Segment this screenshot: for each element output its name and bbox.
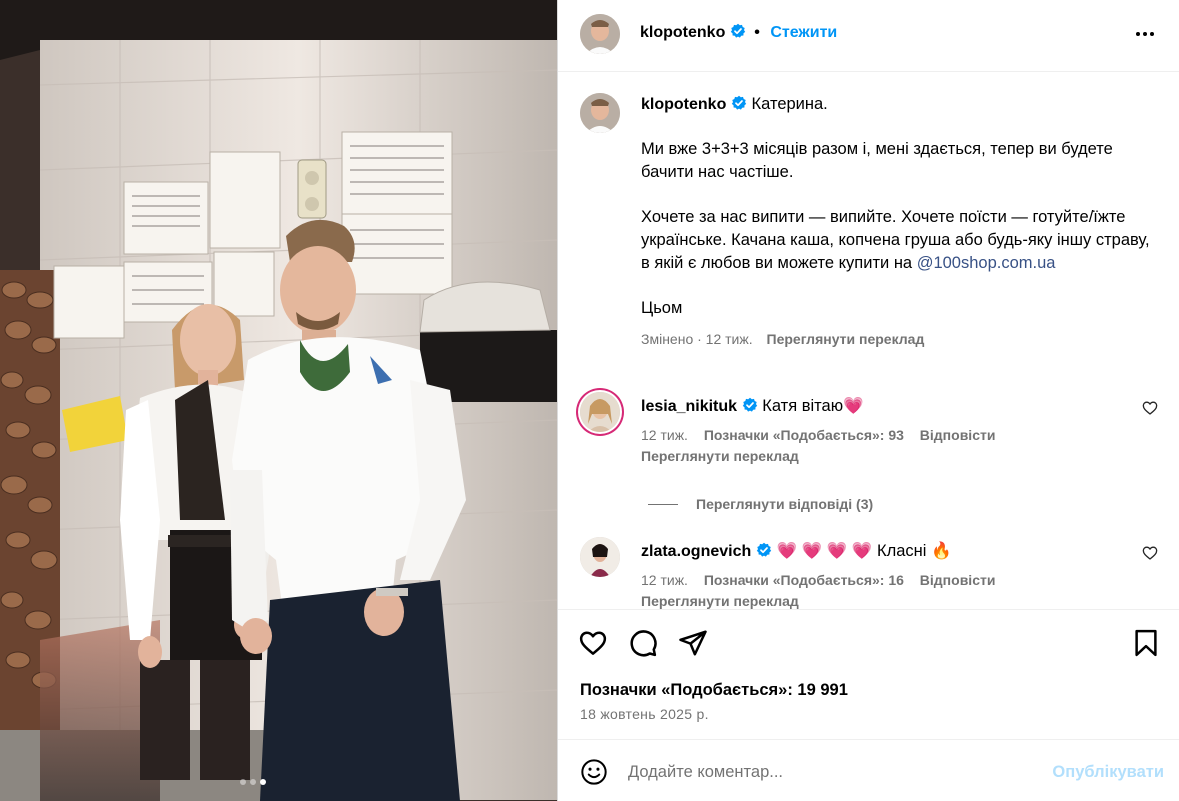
- post-date[interactable]: 18 жовтень 2025 р.: [580, 706, 709, 722]
- comment-like-heart-icon[interactable]: [1142, 400, 1158, 416]
- comment-text-line: lesia_nikituk Катя вітаю💗: [641, 395, 864, 418]
- bookmark-icon[interactable]: [1131, 628, 1161, 658]
- view-replies-label: Переглянути відповіді (3): [696, 496, 874, 512]
- instagram-post-view: klopotenko • Стежити klopotenko Катерина…: [0, 0, 1179, 801]
- caption-username[interactable]: klopotenko: [641, 96, 726, 113]
- caption-paragraph-2: Хочете за нас випити — випийте. Хочете п…: [641, 206, 1161, 275]
- commenter-username[interactable]: zlata.ognevich: [641, 543, 751, 560]
- more-options-icon[interactable]: [1133, 22, 1157, 46]
- post-photo-illustration: [0, 0, 557, 801]
- verified-badge-icon: [730, 23, 745, 38]
- comment-like-heart-icon[interactable]: [1142, 545, 1158, 561]
- verified-badge-icon: [742, 397, 757, 412]
- shop-link[interactable]: @100shop.com.ua: [917, 254, 1056, 272]
- comment-text-line: zlata.ognevich 💗 💗 💗 💗 Класні 🔥: [641, 540, 952, 563]
- smiley-icon[interactable]: [580, 758, 608, 786]
- author-line: klopotenko • Стежити: [640, 23, 837, 42]
- comment-text: Катя вітаю💗: [762, 397, 864, 415]
- publish-comment-button[interactable]: Опублікувати: [1052, 763, 1164, 782]
- caption-paragraph-1: Ми вже 3+3+3 місяців разом і, мені здаєт…: [641, 140, 1113, 181]
- comment-translate-link[interactable]: Переглянути переклад: [641, 448, 799, 464]
- post-side-panel: klopotenko • Стежити klopotenko Катерина…: [558, 0, 1179, 801]
- commenter-avatar[interactable]: [580, 392, 620, 432]
- reply-button[interactable]: Відповісти: [920, 427, 996, 443]
- caption-paragraph-3: Цьом: [641, 299, 683, 317]
- caption-edited-time: Змінено · 12 тиж.: [641, 331, 753, 347]
- heart-icon[interactable]: [578, 628, 608, 658]
- replies-line: [648, 503, 678, 505]
- caption-paragraph-2-text: Хочете за нас випити — випийте. Хочете п…: [641, 208, 1150, 272]
- separator-dot: •: [754, 24, 760, 41]
- comment-time: 12 тиж.: [641, 572, 688, 588]
- comment-meta: 12 тиж. Позначки «Подобається»: 93 Відпо…: [641, 427, 1007, 443]
- comment-meta: 12 тиж. Позначки «Подобається»: 16 Відпо…: [641, 572, 1007, 588]
- caption-body: klopotenko Катерина. Ми вже 3+3+3 місяці…: [641, 93, 1161, 351]
- carousel-dot[interactable]: [240, 779, 246, 785]
- author-username[interactable]: klopotenko: [640, 24, 725, 41]
- caption-meta: Змінено · 12 тиж. Переглянути переклад: [641, 328, 1161, 351]
- paper-plane-icon[interactable]: [678, 628, 708, 658]
- comment-likes[interactable]: Позначки «Подобається»: 93: [704, 427, 904, 443]
- comment-text: 💗 💗 💗 💗 Класні 🔥: [776, 542, 952, 560]
- caption-author-avatar[interactable]: [580, 93, 620, 133]
- add-comment-bar: Опублікувати: [558, 739, 1179, 801]
- post-photo[interactable]: [0, 0, 557, 801]
- verified-badge-icon: [731, 95, 747, 110]
- caption-first-line: Катерина.: [751, 95, 828, 113]
- commenter-avatar[interactable]: [580, 537, 620, 577]
- comment-input[interactable]: [628, 759, 1028, 785]
- post-likes-count[interactable]: Позначки «Подобається»: 19 991: [580, 681, 848, 700]
- reply-button[interactable]: Відповісти: [920, 572, 996, 588]
- post-header: klopotenko • Стежити: [558, 0, 1179, 72]
- comments-scroll-area[interactable]: klopotenko Катерина. Ми вже 3+3+3 місяці…: [558, 73, 1179, 609]
- comment-bubble-icon[interactable]: [628, 628, 658, 658]
- author-avatar[interactable]: [580, 14, 620, 54]
- post-actions: Позначки «Подобається»: 19 991 18 жовтен…: [558, 609, 1179, 739]
- comment-translate-link[interactable]: Переглянути переклад: [641, 593, 799, 609]
- comment-likes[interactable]: Позначки «Подобається»: 16: [704, 572, 904, 588]
- carousel-dot[interactable]: [250, 779, 256, 785]
- verified-badge-icon: [756, 542, 772, 557]
- follow-button[interactable]: Стежити: [770, 24, 837, 41]
- caption-translate-link[interactable]: Переглянути переклад: [767, 331, 925, 347]
- commenter-username[interactable]: lesia_nikituk: [641, 398, 737, 415]
- carousel-dot-active[interactable]: [260, 779, 266, 785]
- comment-time: 12 тиж.: [641, 427, 688, 443]
- carousel-dots: [240, 779, 266, 785]
- view-replies-button[interactable]: Переглянути відповіді (3): [648, 496, 873, 512]
